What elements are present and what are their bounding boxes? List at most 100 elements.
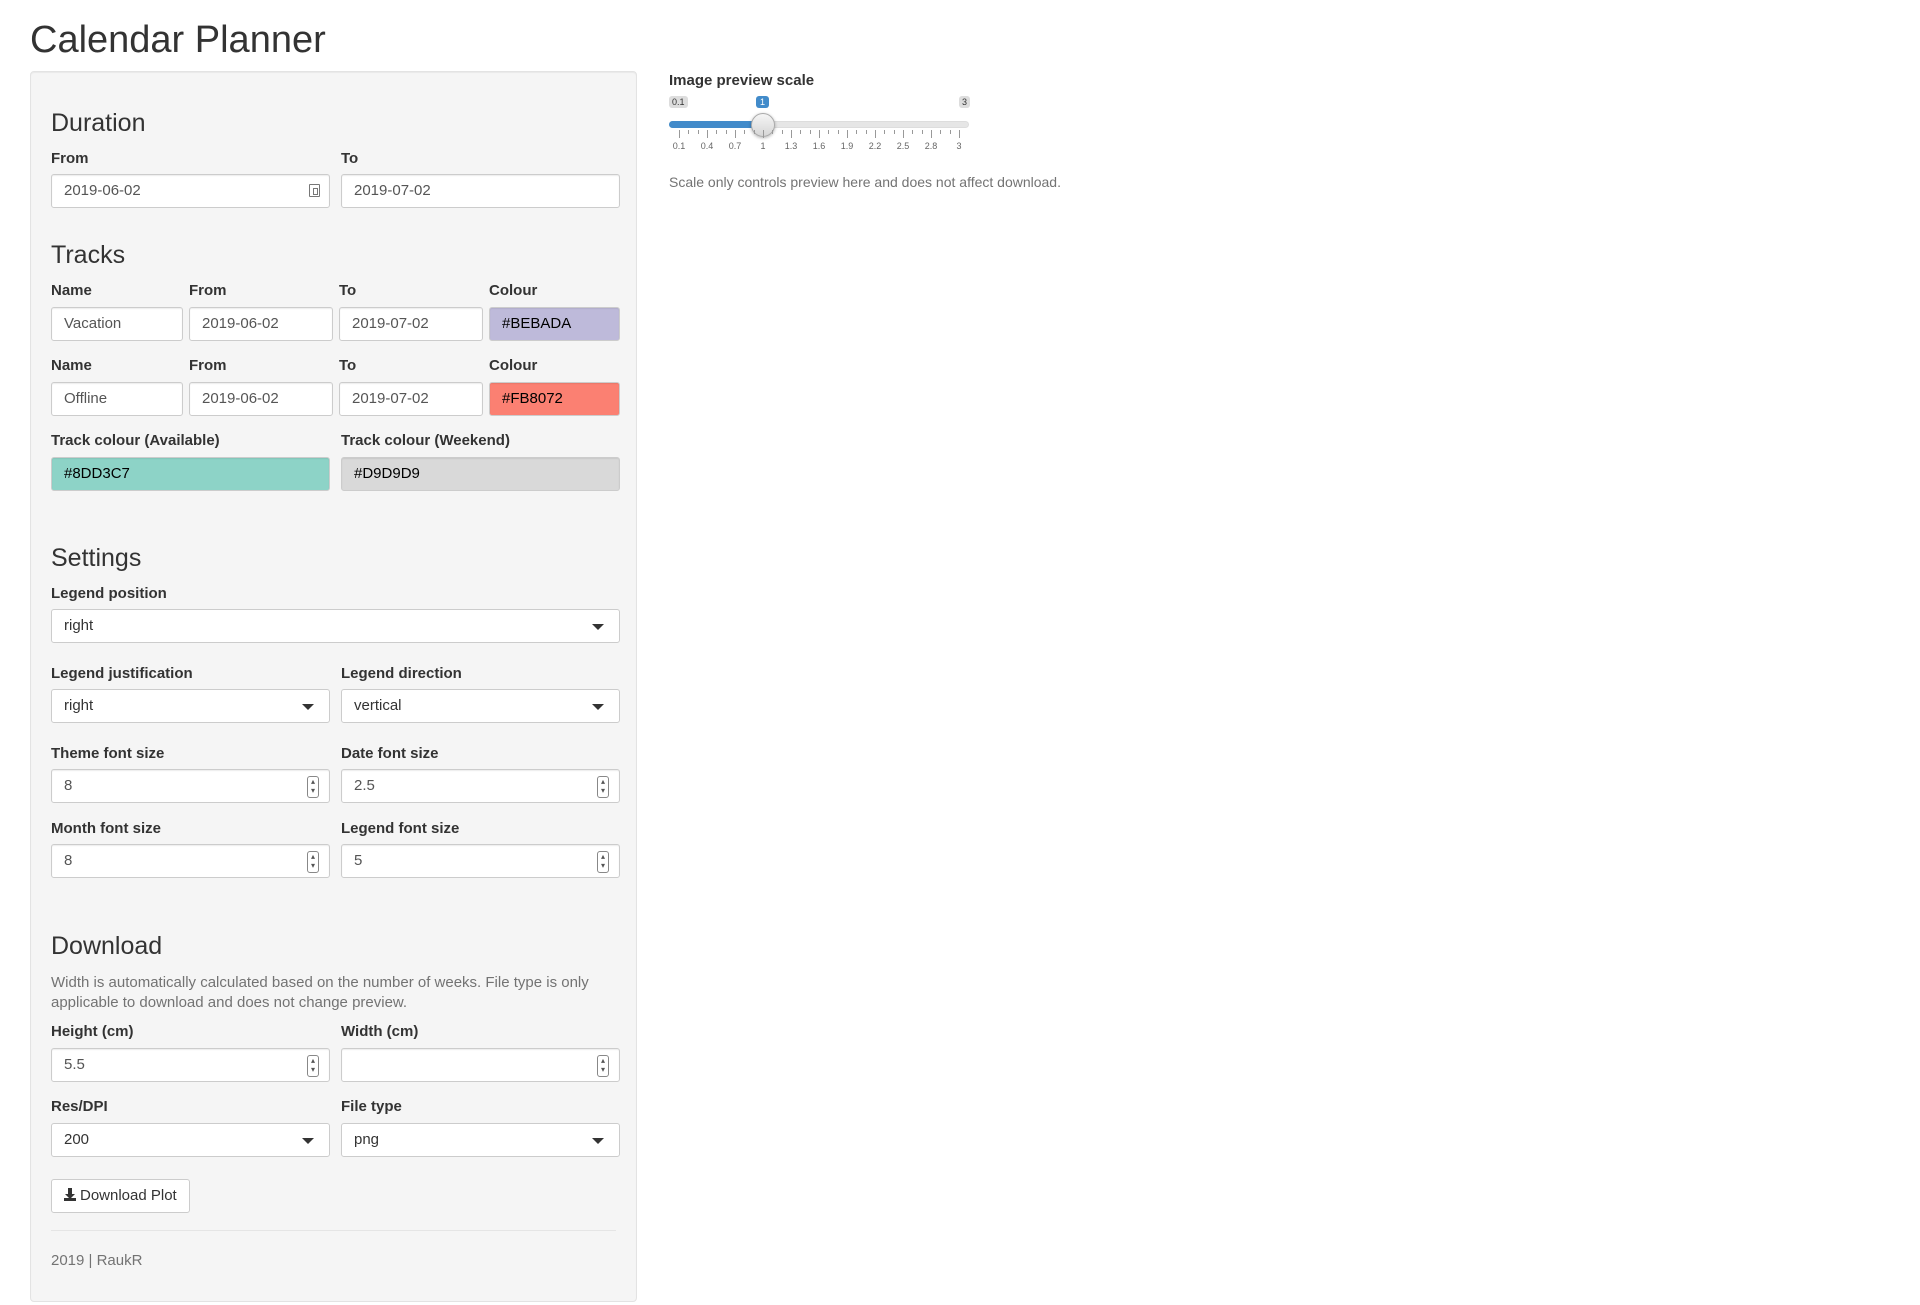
legend-font-size-input[interactable]: 5 ▴ ▾ bbox=[341, 844, 620, 878]
track2-from-label: From bbox=[189, 357, 227, 374]
height-input[interactable]: 5.5 ▴ ▾ bbox=[51, 1048, 330, 1082]
slider-minor-tick bbox=[679, 130, 680, 138]
height-label: Height (cm) bbox=[51, 1023, 134, 1040]
slider-minor-tick bbox=[856, 130, 858, 134]
duration-to-label: To bbox=[341, 150, 359, 167]
spinner-icon[interactable]: ▴ ▾ bbox=[597, 1055, 609, 1077]
slider-minor-tick bbox=[912, 130, 914, 134]
chevron-down-icon bbox=[592, 704, 604, 710]
slider-min-label: 0.1 bbox=[669, 96, 688, 108]
available-colour-label: Track colour (Available) bbox=[51, 432, 220, 449]
width-input[interactable]: ▴ ▾ bbox=[341, 1048, 620, 1082]
track2-to-value: 2019-07-02 bbox=[352, 390, 429, 407]
theme-font-size-value: 8 bbox=[64, 777, 73, 794]
spinner-icon[interactable]: ▴ ▾ bbox=[307, 1055, 319, 1077]
legend-direction-value: vertical bbox=[354, 697, 402, 714]
chevron-down-icon bbox=[592, 624, 604, 630]
slider-minor-tick bbox=[697, 130, 699, 134]
track1-from-date-input[interactable]: 2019-06-02 bbox=[189, 307, 333, 341]
month-font-size-value: 8 bbox=[64, 852, 73, 869]
track2-to-date-input[interactable]: 2019-07-02 bbox=[339, 382, 483, 416]
month-font-size-input[interactable]: 8 ▴ ▾ bbox=[51, 844, 330, 878]
date-font-size-label: Date font size bbox=[341, 745, 439, 762]
spinner-icon[interactable]: ▴ ▾ bbox=[307, 776, 319, 798]
track1-to-label: To bbox=[339, 282, 357, 299]
slider-minor-tick bbox=[893, 130, 895, 134]
preview-scale-note: Scale only controls preview here and doe… bbox=[669, 174, 1061, 190]
month-font-size-label: Month font size bbox=[51, 820, 161, 837]
weekend-colour-input[interactable]: #D9D9D9 bbox=[341, 457, 620, 491]
calendar-icon[interactable] bbox=[309, 184, 320, 197]
slider-minor-tick bbox=[884, 130, 886, 134]
track2-from-value: 2019-06-02 bbox=[202, 390, 279, 407]
legend-justification-select[interactable]: right bbox=[51, 689, 330, 723]
settings-heading: Settings bbox=[51, 544, 142, 572]
slider-minor-tick bbox=[847, 130, 848, 138]
slider-minor-tick bbox=[959, 130, 960, 138]
slider-minor-tick bbox=[753, 130, 755, 134]
track2-name-input[interactable]: Offline bbox=[51, 382, 183, 416]
legend-font-size-label: Legend font size bbox=[341, 820, 460, 837]
track2-name-label: Name bbox=[51, 357, 92, 374]
date-font-size-value: 2.5 bbox=[354, 777, 375, 794]
slider-ticks bbox=[669, 130, 969, 140]
track1-to-value: 2019-07-02 bbox=[352, 315, 429, 332]
available-colour-input[interactable]: #8DD3C7 bbox=[51, 457, 330, 491]
sidebar-panel: Duration From 2019-06-02 To 2019-07-02 T… bbox=[30, 71, 637, 1302]
track1-to-date-input[interactable]: 2019-07-02 bbox=[339, 307, 483, 341]
slider-max-label: 3 bbox=[959, 96, 971, 108]
track1-name-label: Name bbox=[51, 282, 92, 299]
track1-colour-value: #BEBADA bbox=[502, 315, 572, 332]
slider-minor-tick bbox=[809, 130, 811, 134]
slider-minor-tick bbox=[735, 130, 736, 138]
res-dpi-label: Res/DPI bbox=[51, 1098, 108, 1115]
track2-colour-input[interactable]: #FB8072 bbox=[489, 382, 620, 416]
slider-tick-label: 3 bbox=[956, 141, 962, 151]
spinner-icon[interactable]: ▴ ▾ bbox=[307, 851, 319, 873]
weekend-colour-value: #D9D9D9 bbox=[354, 465, 420, 482]
theme-font-size-input[interactable]: 8 ▴ ▾ bbox=[51, 769, 330, 803]
slider-tick-label: 2.5 bbox=[896, 141, 910, 151]
track1-name-value: Vacation bbox=[64, 315, 122, 332]
track1-name-input[interactable]: Vacation bbox=[51, 307, 183, 341]
file-type-label: File type bbox=[341, 1098, 402, 1115]
track2-to-label: To bbox=[339, 357, 357, 374]
file-type-select[interactable]: png bbox=[341, 1123, 620, 1157]
res-dpi-select[interactable]: 200 bbox=[51, 1123, 330, 1157]
duration-to-date-input[interactable]: 2019-07-02 bbox=[341, 174, 620, 208]
slider-minor-tick bbox=[800, 130, 802, 134]
slider-fill bbox=[669, 121, 762, 128]
slider-tick-label: 1 bbox=[760, 141, 766, 151]
track2-name-value: Offline bbox=[64, 390, 108, 407]
chevron-down-icon bbox=[592, 1138, 604, 1144]
download-icon bbox=[64, 1188, 76, 1201]
tracks-heading: Tracks bbox=[51, 241, 126, 269]
duration-to-value: 2019-07-02 bbox=[354, 182, 431, 199]
legend-position-label: Legend position bbox=[51, 585, 167, 602]
spinner-icon[interactable]: ▴ ▾ bbox=[597, 851, 609, 873]
slider-minor-tick bbox=[903, 130, 904, 138]
duration-from-date-input[interactable]: 2019-06-02 bbox=[51, 174, 330, 208]
slider-minor-tick bbox=[781, 130, 783, 134]
slider-minor-tick bbox=[744, 130, 746, 134]
slider-tick-label: 1.3 bbox=[784, 141, 798, 151]
track2-from-date-input[interactable]: 2019-06-02 bbox=[189, 382, 333, 416]
slider-tick-label: 2.8 bbox=[924, 141, 938, 151]
legend-position-select[interactable]: right bbox=[51, 609, 620, 643]
track2-colour-label: Colour bbox=[489, 357, 538, 374]
page-title: Calendar Planner bbox=[30, 19, 326, 61]
slider-tick-label: 1.9 bbox=[840, 141, 854, 151]
download-plot-button[interactable]: Download Plot bbox=[51, 1179, 190, 1213]
legend-justification-label: Legend justification bbox=[51, 665, 193, 682]
legend-direction-select[interactable]: vertical bbox=[341, 689, 620, 723]
slider-tick-label: 0.1 bbox=[672, 141, 686, 151]
track1-colour-input[interactable]: #BEBADA bbox=[489, 307, 620, 341]
date-font-size-input[interactable]: 2.5 ▴ ▾ bbox=[341, 769, 620, 803]
slider-minor-tick bbox=[828, 130, 830, 134]
slider-minor-tick bbox=[875, 130, 876, 138]
slider-minor-tick bbox=[949, 130, 951, 134]
theme-font-size-label: Theme font size bbox=[51, 745, 165, 762]
slider-minor-tick bbox=[837, 130, 839, 134]
spinner-icon[interactable]: ▴ ▾ bbox=[597, 776, 609, 798]
slider-minor-tick bbox=[688, 130, 690, 134]
